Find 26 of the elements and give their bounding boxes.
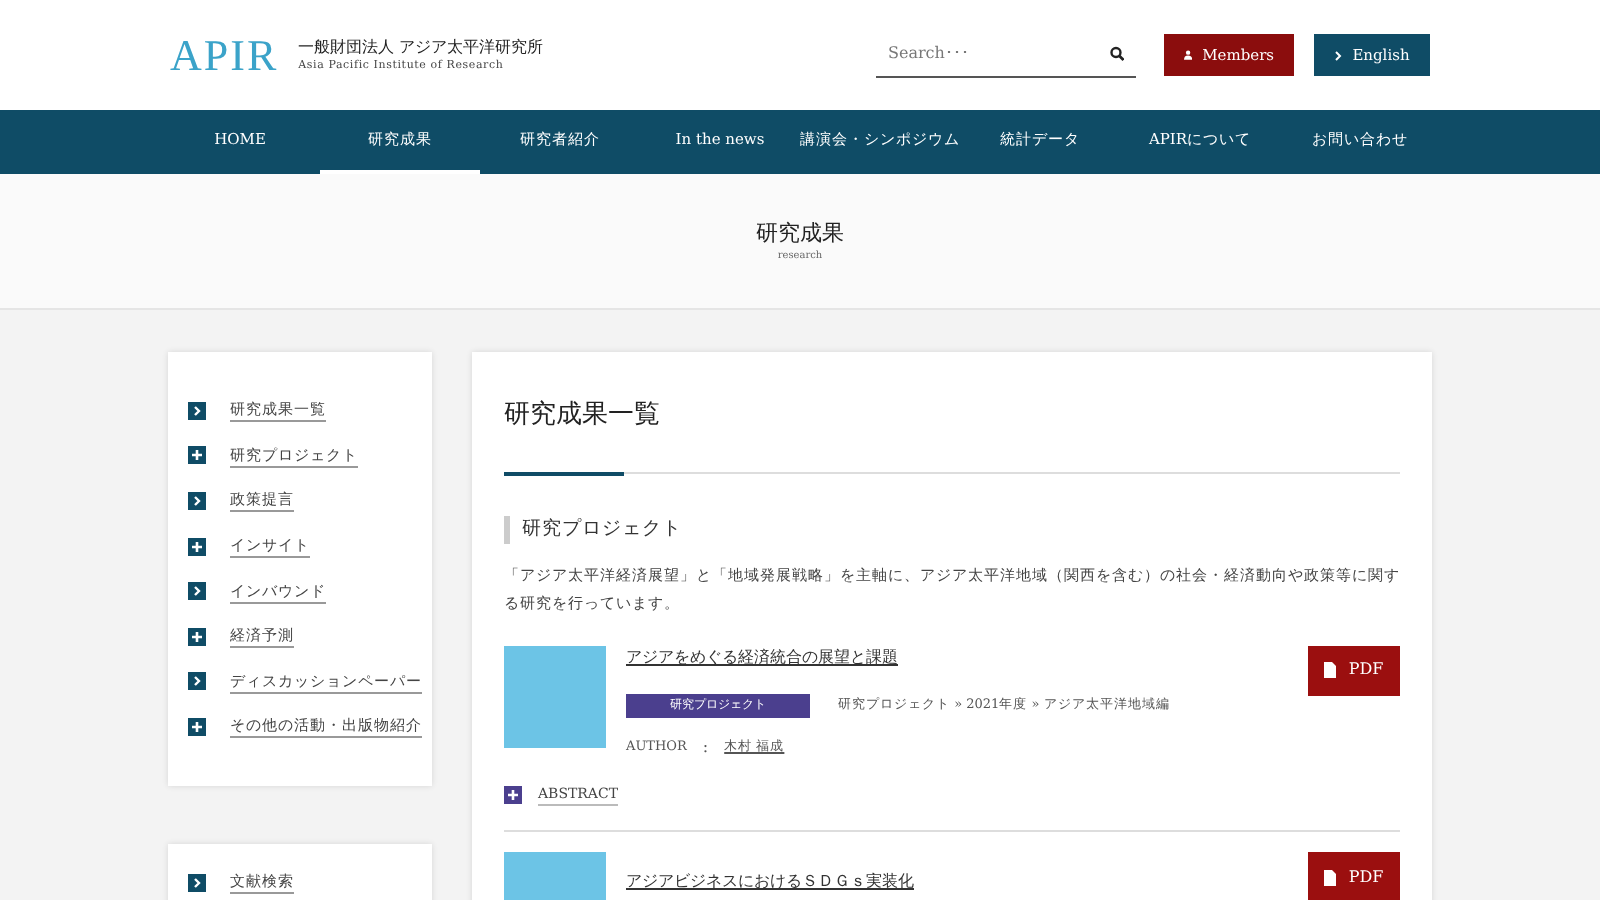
entry-title-link[interactable]: アジアをめぐる経済統合の展望と課題 — [626, 645, 898, 669]
arrow-icon — [188, 672, 206, 691]
person-icon — [1184, 48, 1193, 62]
plus-icon — [188, 717, 206, 736]
pdf-button[interactable]: PDF — [1308, 852, 1400, 900]
arrow-icon — [188, 491, 206, 510]
document-icon — [1324, 662, 1337, 678]
plus-icon — [188, 446, 206, 465]
arrow-icon — [188, 582, 206, 601]
separator-colon: : — [702, 735, 709, 759]
chevron-icon — [1334, 49, 1343, 61]
pdf-button[interactable]: PDF — [1308, 645, 1400, 695]
search-icon — [1109, 46, 1124, 62]
section-heading: 研究プロジェクト — [504, 515, 1400, 543]
entry-title-link[interactable]: アジアビジネスにおけるＳＤＧｓ実装化 — [626, 872, 914, 890]
plus-icon — [188, 627, 206, 646]
content-heading: 研究成果一覧 — [504, 398, 662, 434]
plus-icon — [504, 785, 522, 804]
search-field[interactable]: Search･･･ — [888, 42, 1110, 66]
arrow-icon — [188, 401, 206, 420]
plus-icon — [188, 537, 206, 556]
document-icon — [1324, 869, 1337, 885]
org-name: 一般財団法人 アジア太平洋研究所 — [298, 36, 544, 58]
photo-placeholder — [504, 645, 606, 747]
arrow-icon — [188, 873, 206, 892]
page-title: 研究成果 — [756, 217, 844, 249]
